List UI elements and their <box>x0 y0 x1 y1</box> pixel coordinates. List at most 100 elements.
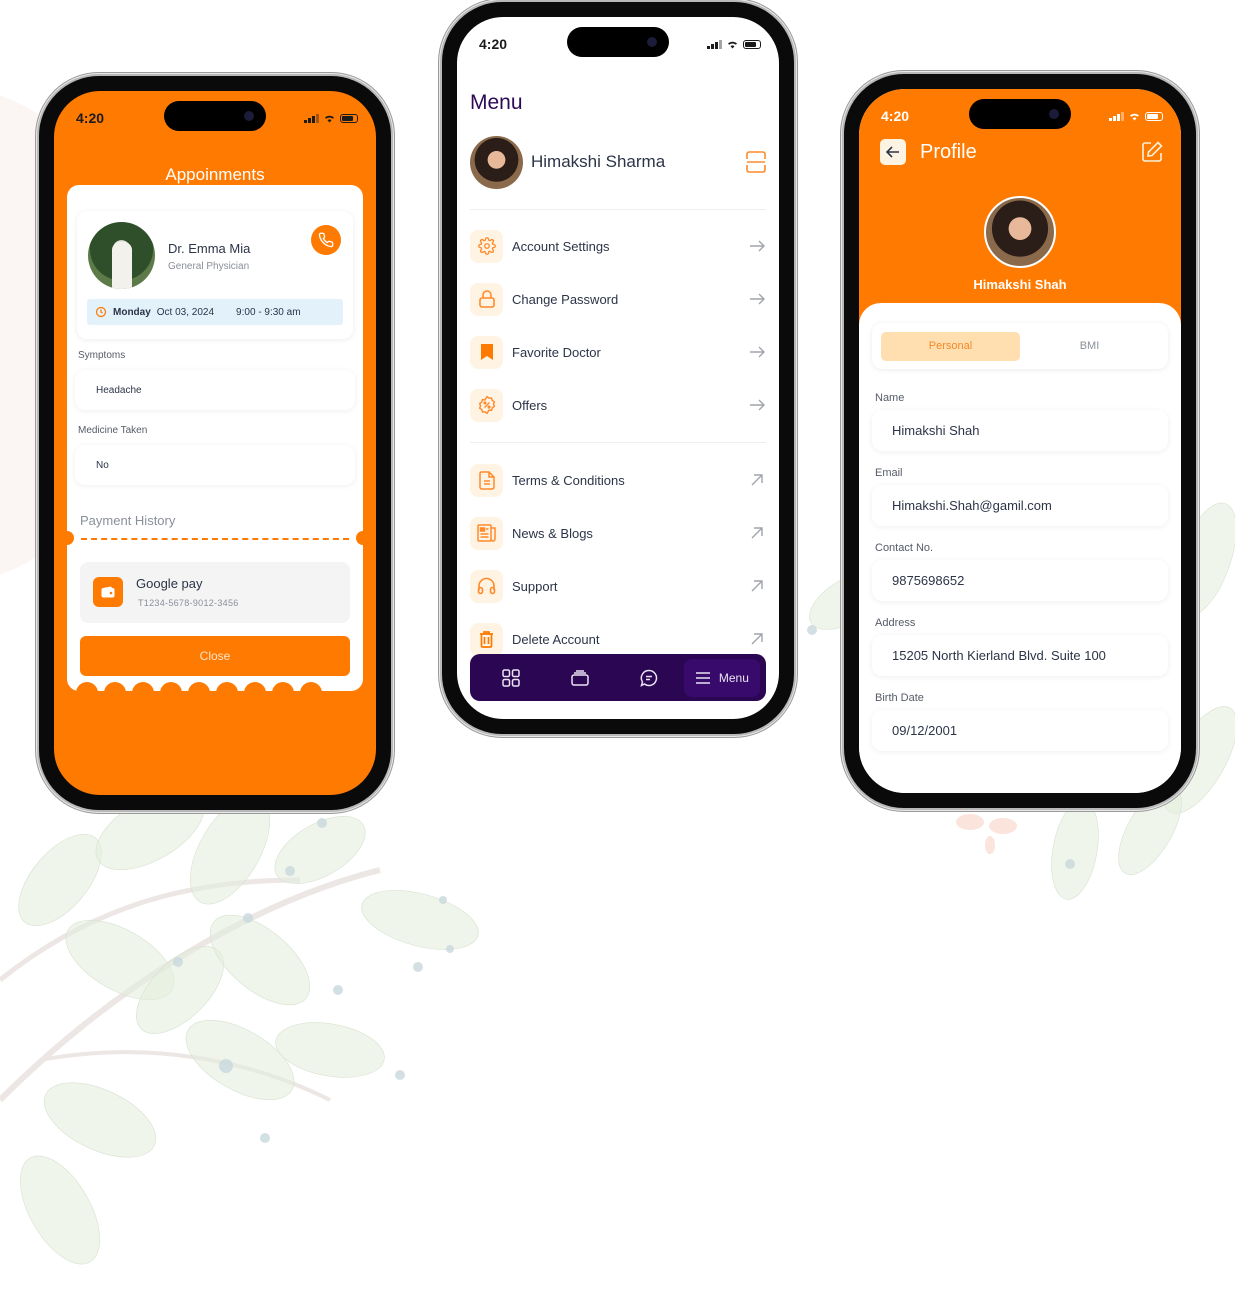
doctor-name: Dr. Emma Mia <box>168 241 251 256</box>
arrow-up-right-icon <box>748 524 766 542</box>
wallet-icon <box>93 577 123 607</box>
menu-item-change-password[interactable]: Change Password <box>470 282 766 316</box>
signal-icon <box>707 39 722 49</box>
menu-item-label: Support <box>512 578 558 594</box>
symptoms-field[interactable]: Headache <box>75 370 355 410</box>
battery-icon <box>1145 111 1163 121</box>
phone-menu-screen: 4:20 Menu Himakshi Sharma Account Settin… <box>442 2 794 734</box>
menu-item-support[interactable]: Support <box>470 569 766 603</box>
menu-item-label: News & Blogs <box>512 525 593 541</box>
gear-icon <box>470 229 503 263</box>
contact-field[interactable]: 9875698652 <box>872 560 1168 601</box>
grid-icon <box>501 668 520 687</box>
menu-item-favorite-doctor[interactable]: Favorite Doctor <box>470 335 766 369</box>
battery-icon <box>743 39 761 49</box>
wifi-icon <box>1130 113 1139 120</box>
scan-icon[interactable] <box>746 151 766 173</box>
page-title: Profile <box>920 141 977 163</box>
headphones-icon <box>470 569 503 603</box>
tab-menu[interactable]: Menu <box>683 658 760 697</box>
birth-date-field[interactable]: 09/12/2001 <box>872 710 1168 751</box>
user-name: Himakshi Sharma <box>531 152 666 171</box>
status-time: 4:20 <box>76 110 105 126</box>
arrow-right-icon <box>748 343 766 361</box>
back-button[interactable] <box>880 139 906 165</box>
wifi-icon <box>728 41 737 48</box>
menu-item-terms-conditions[interactable]: Terms & Conditions <box>470 463 766 497</box>
appointment-screen: 4:20 Appoinments Dr. Emma Mia General Ph… <box>54 91 376 795</box>
menu-item-news-blogs[interactable]: News & Blogs <box>470 516 766 550</box>
contact-label: Contact No. <box>875 542 934 554</box>
profile-avatar[interactable] <box>984 196 1056 268</box>
name-field[interactable]: Himakshi Shah <box>872 410 1168 451</box>
name-label: Name <box>875 392 905 404</box>
trash-icon <box>470 622 503 656</box>
menu-item-label: Offers <box>512 397 548 413</box>
status-bar: 4:20 <box>881 107 1163 125</box>
email-field[interactable]: Himakshi.Shah@gamil.com <box>872 485 1168 526</box>
edit-icon[interactable] <box>1141 141 1163 163</box>
status-time: 4:20 <box>881 108 910 124</box>
wifi-icon <box>325 115 334 122</box>
payment-card: Google pay T1234-5678-9012-3456 <box>80 562 350 623</box>
hamburger-icon <box>695 671 710 684</box>
arrow-up-right-icon <box>748 577 766 595</box>
payment-history-title: Payment History <box>80 513 176 528</box>
tab-chat[interactable] <box>615 659 684 697</box>
medicine-taken-field[interactable]: No <box>75 445 355 485</box>
menu-item-account-settings[interactable]: Account Settings <box>470 229 766 263</box>
document-icon <box>470 463 503 497</box>
tab-personal[interactable]: Personal <box>881 331 1020 361</box>
arrow-right-icon <box>748 396 766 414</box>
signal-icon <box>304 113 319 123</box>
ticket-divider <box>81 538 349 540</box>
menu-item-label: Terms & Conditions <box>512 472 625 488</box>
tab-home[interactable] <box>476 659 545 697</box>
address-field[interactable]: 15205 North Kierland Blvd. Suite 100 <box>872 635 1168 676</box>
clock-icon <box>95 306 107 318</box>
symptoms-label: Symptoms <box>78 350 126 361</box>
tab-bmi[interactable]: BMI <box>1020 332 1159 361</box>
page-title: Menu <box>470 91 523 114</box>
appointment-schedule: Monday Oct 03, 2024 9:00 - 9:30 am <box>87 299 343 325</box>
appointment-time: 9:00 - 9:30 am <box>236 306 301 318</box>
arrow-right-icon <box>748 237 766 255</box>
discount-badge-icon <box>470 388 503 422</box>
menu-item-label: Change Password <box>512 291 619 307</box>
arrow-left-icon <box>886 146 899 158</box>
lock-icon <box>470 282 503 316</box>
arrow-up-right-icon <box>748 471 766 489</box>
battery-icon <box>340 113 358 123</box>
phone-icon <box>318 232 334 248</box>
status-bar: 4:20 <box>76 109 358 127</box>
call-button[interactable] <box>311 225 341 255</box>
arrow-up-right-icon <box>748 630 766 648</box>
transaction-id: T1234-5678-9012-3456 <box>138 598 239 608</box>
menu-screen: 4:20 Menu Himakshi Sharma Account Settin… <box>457 17 779 719</box>
email-label: Email <box>875 467 903 479</box>
phone-appointment-screen: 4:20 Appoinments Dr. Emma Mia General Ph… <box>39 76 391 810</box>
menu-item-label: Delete Account <box>512 631 600 647</box>
tab-appointments[interactable] <box>545 659 614 697</box>
user-avatar <box>470 135 523 189</box>
doctor-card: Dr. Emma Mia General Physician Monday Oc… <box>77 211 353 339</box>
appointment-date: Oct 03, 2024 <box>156 306 215 318</box>
profile-tabs: Personal BMI <box>872 323 1168 369</box>
profile-body: Personal BMI Name Himakshi Shah Email Hi… <box>859 303 1181 793</box>
phone-profile-screen: 4:20 Profile Himakshi Shah Personal BMI … <box>844 74 1196 808</box>
user-header: Himakshi Sharma <box>470 135 766 189</box>
page-title: Appoinments <box>165 165 265 184</box>
menu-item-offers[interactable]: Offers <box>470 388 766 422</box>
signal-icon <box>1109 111 1124 121</box>
address-label: Address <box>875 617 916 629</box>
ticket-notch-left <box>60 531 74 545</box>
arrow-right-icon <box>748 290 766 308</box>
tab-menu-label: Menu <box>718 670 749 685</box>
payment-method: Google pay <box>136 576 203 591</box>
doctor-specialty: General Physician <box>168 261 250 272</box>
divider <box>470 442 766 443</box>
divider <box>470 209 766 210</box>
close-button[interactable]: Close <box>80 636 350 676</box>
newspaper-icon <box>470 516 503 550</box>
menu-item-delete-account[interactable]: Delete Account <box>470 622 766 656</box>
